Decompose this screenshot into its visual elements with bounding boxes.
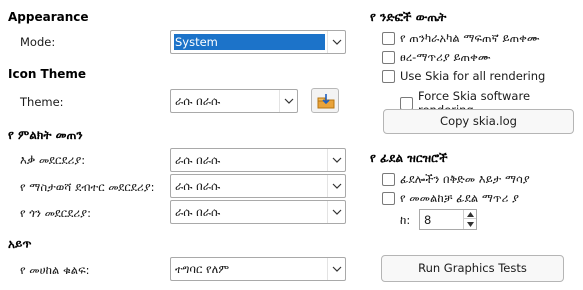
notebookbar-size-value: ራሱ በራሱ	[175, 179, 221, 193]
theme-value: ራሱ በራሱ	[175, 94, 221, 108]
chevron-down-icon[interactable]	[327, 258, 345, 280]
mouse-title: አይጥ	[8, 237, 32, 251]
checkbox-box[interactable]	[382, 69, 395, 83]
hw-accel-label: የ ጠንካራአካል ማፍጠኛ ይጠቀሙ	[400, 31, 540, 45]
run-graphics-tests-button[interactable]: Run Graphics Tests	[381, 255, 564, 282]
icon-theme-title: Icon Theme	[8, 67, 87, 81]
skia-checkbox[interactable]: Use Skia for all rendering	[382, 69, 545, 83]
copy-skia-log-button[interactable]: Copy skia.log	[383, 109, 574, 134]
middle-button-label: የ መሀከል ቁልፍ:	[20, 263, 90, 277]
toolbar-size-select[interactable]: ራሱ በራሱ	[170, 148, 346, 172]
screen-aa-checkbox[interactable]: የ መመልከቻ ፊደል ማጥሪ ያ	[382, 191, 519, 206]
add-extension-icon	[317, 94, 335, 109]
appearance-title: Appearance	[8, 10, 89, 24]
sidebar-size-label: የ ጎን መደርደሪያ:	[20, 206, 91, 220]
aa-from-value[interactable]: 8	[424, 213, 431, 227]
chevron-down-icon[interactable]	[327, 31, 345, 53]
spin-up-icon[interactable]	[464, 210, 476, 219]
font-preview-label: ፊደሎችን በቅድመ እይታ ማሳያ	[400, 172, 530, 186]
theme-select[interactable]: ራሱ በራሱ	[170, 89, 298, 113]
toolbar-size-value: ራሱ በራሱ	[175, 153, 221, 167]
checkbox-box[interactable]	[382, 51, 395, 64]
icon-size-title: የ ምልክት መጠን	[8, 128, 83, 142]
notebookbar-size-select[interactable]: ራሱ በራሱ	[170, 174, 346, 198]
checkbox-box[interactable]	[382, 173, 395, 186]
middle-button-value: ተግባር የለም	[175, 262, 230, 276]
checkbox-box[interactable]	[400, 96, 413, 110]
antialias-checkbox[interactable]: ፀረ-ማጥሪያ ይጠቀሙ	[382, 50, 491, 65]
hw-accel-checkbox[interactable]: የ ጠንካራአካል ማፍጠኛ ይጠቀሙ	[382, 31, 540, 46]
chevron-down-icon[interactable]	[327, 175, 345, 197]
checkbox-box[interactable]	[382, 32, 395, 45]
middle-button-select[interactable]: ተግባር የለም	[170, 257, 346, 281]
antialias-label: ፀረ-ማጥሪያ ይጠቀሙ	[400, 50, 491, 64]
skia-label: Use Skia for all rendering	[400, 69, 546, 83]
chevron-down-icon[interactable]	[279, 90, 297, 112]
aa-from-label: ከ:	[400, 213, 411, 227]
spin-down-icon[interactable]	[464, 220, 476, 229]
font-preview-checkbox[interactable]: ፊደሎችን በቅድመ እይታ ማሳያ	[382, 172, 530, 187]
font-lists-title: የ ፊደል ዝርዝሮች	[370, 151, 448, 165]
sidebar-size-value: ራሱ በራሱ	[175, 205, 221, 219]
sidebar-size-select[interactable]: ራሱ በራሱ	[170, 200, 346, 224]
chevron-down-icon[interactable]	[327, 201, 345, 223]
toolbar-size-label: እቃ መደርደሪያ:	[20, 153, 86, 167]
screen-aa-label: የ መመልከቻ ፊደል ማጥሪ ያ	[400, 191, 519, 205]
mode-select[interactable]: System	[170, 30, 346, 54]
theme-label: Theme:	[20, 95, 64, 109]
add-icon-theme-button[interactable]	[311, 88, 339, 113]
graphics-output-title: የ ንድፎች ውጤት	[370, 10, 447, 24]
checkbox-box[interactable]	[382, 192, 395, 205]
chevron-down-icon[interactable]	[327, 149, 345, 171]
mode-label: Mode:	[20, 35, 56, 49]
mode-value: System	[174, 34, 325, 50]
aa-from-spinner[interactable]: 8	[419, 209, 477, 230]
notebookbar-size-label: የ ማስታወሻ ደብተር መደርደሪያ:	[20, 180, 155, 194]
